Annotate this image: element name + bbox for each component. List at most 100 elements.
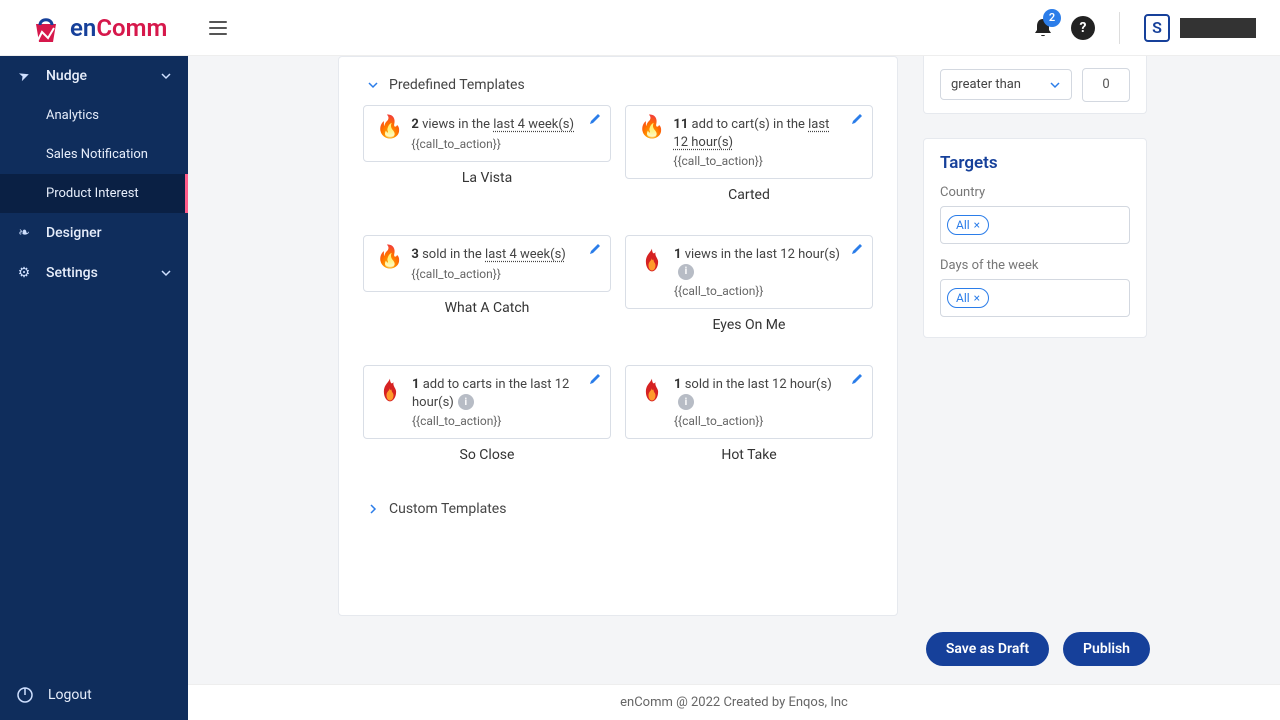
pencil-icon <box>588 372 602 386</box>
days-label: Days of the week <box>940 258 1130 273</box>
template-card[interactable]: 🔥11 add to cart(s) in the last 12 hour(s… <box>625 105 873 179</box>
fire-icon <box>376 376 404 428</box>
sidebar-item-analytics[interactable]: Analytics <box>0 96 188 135</box>
chevron-right-icon <box>367 503 379 515</box>
app-header: enComm 2 ? S <box>0 0 1280 56</box>
sidebar-item-designer[interactable]: Designer <box>0 213 188 253</box>
condition-operator-select[interactable]: greater than <box>940 69 1072 100</box>
template-card[interactable]: 1 views in the last 12 hour(s)i{{call_to… <box>625 235 873 309</box>
info-icon[interactable]: i <box>458 394 474 410</box>
sidebar-item-sales-notification[interactable]: Sales Notification <box>0 135 188 174</box>
template-cell: 1 add to carts in the last 12 hour(s)i{{… <box>363 365 611 463</box>
template-cell: 🔥11 add to cart(s) in the last 12 hour(s… <box>625 105 873 203</box>
country-tag-all[interactable]: All × <box>947 215 989 235</box>
template-name: What A Catch <box>445 300 530 316</box>
edit-template-button[interactable] <box>588 372 602 386</box>
footer: enComm @ 2022 Created by Enqos, Inc <box>188 684 1280 720</box>
custom-templates-toggle[interactable]: Custom Templates <box>363 501 873 517</box>
chevron-down-icon <box>160 267 172 279</box>
sidebar-label: Analytics <box>46 108 99 123</box>
paper-plane-icon <box>16 68 32 84</box>
chevron-down-icon <box>1049 79 1061 91</box>
pencil-icon <box>588 112 602 126</box>
template-cell: 1 views in the last 12 hour(s)i{{call_to… <box>625 235 873 333</box>
section-title: Predefined Templates <box>389 77 525 93</box>
menu-toggle-button[interactable] <box>209 21 227 35</box>
edit-template-button[interactable] <box>850 372 864 386</box>
sidebar-label: Product Interest <box>46 186 139 201</box>
sidebar-label: Settings <box>46 265 98 281</box>
template-cta: {{call_to_action}} <box>674 284 860 298</box>
template-cta: {{call_to_action}} <box>411 137 598 151</box>
chevron-down-icon <box>160 70 172 82</box>
remove-tag-icon[interactable]: × <box>974 291 980 305</box>
template-cell: 1 sold in the last 12 hour(s)i {{call_to_… <box>625 365 873 463</box>
template-card[interactable]: 🔥 2 views in the last 4 week(s) {{call_to_… <box>363 105 611 162</box>
templates-card: Predefined Templates 🔥 2 views in the las… <box>338 56 898 616</box>
edit-template-button[interactable] <box>588 112 602 126</box>
logout-button[interactable]: Logout <box>0 670 188 720</box>
fire-icon: 🔥 <box>376 246 403 281</box>
info-icon[interactable]: i <box>678 264 694 280</box>
template-card[interactable]: 🔥 3 sold in the last 4 week(s) {{call_to_a… <box>363 235 611 292</box>
pencil-icon <box>850 242 864 256</box>
condition-card: greater than 0 <box>923 56 1147 114</box>
notifications-button[interactable]: 2 <box>1033 17 1053 39</box>
edit-template-button[interactable] <box>850 242 864 256</box>
predefined-templates-toggle[interactable]: Predefined Templates <box>363 77 873 93</box>
tag-label: All <box>956 291 970 305</box>
template-cta: {{call_to_action}} <box>674 414 860 428</box>
select-value: greater than <box>951 77 1021 92</box>
main-content: Predefined Templates 🔥 2 views in the las… <box>188 56 1280 720</box>
targets-title: Targets <box>940 153 1130 173</box>
fire-icon: 🔥 <box>376 116 403 151</box>
pencil-icon <box>850 112 864 126</box>
logo-text: enComm <box>70 14 167 42</box>
template-card[interactable]: 1 sold in the last 12 hour(s)i {{call_to_… <box>625 365 873 439</box>
template-text: 11 add to cart(s) in the last 12 hour(s) <box>673 116 860 151</box>
divider <box>1119 12 1120 44</box>
tag-label: All <box>956 218 970 232</box>
logout-label: Logout <box>48 687 92 703</box>
template-name: Eyes On Me <box>713 317 786 333</box>
publish-button[interactable]: Publish <box>1063 632 1150 666</box>
condition-value-input[interactable]: 0 <box>1082 68 1130 102</box>
logo[interactable]: enComm <box>28 10 167 46</box>
sidebar-item-nudge[interactable]: Nudge <box>0 56 188 96</box>
user-menu[interactable]: S <box>1144 14 1256 42</box>
sidebar-item-product-interest[interactable]: Product Interest <box>0 174 188 213</box>
logo-bag-icon <box>28 10 64 46</box>
power-icon <box>16 686 34 704</box>
template-cta: {{call_to_action}} <box>411 267 598 281</box>
template-cell: 🔥 2 views in the last 4 week(s) {{call_to_… <box>363 105 611 203</box>
leaf-icon <box>16 225 32 241</box>
fire-icon: 🔥 <box>638 116 665 168</box>
remove-tag-icon[interactable]: × <box>974 218 980 232</box>
template-text: 3 sold in the last 4 week(s) <box>411 246 598 264</box>
help-button[interactable]: ? <box>1071 16 1095 40</box>
template-card[interactable]: 1 add to carts in the last 12 hour(s)i{{… <box>363 365 611 439</box>
days-input[interactable]: All × <box>940 279 1130 317</box>
template-cell: 🔥 3 sold in the last 4 week(s) {{call_to_a… <box>363 235 611 333</box>
template-cta: {{call_to_action}} <box>673 154 860 168</box>
country-input[interactable]: All × <box>940 206 1130 244</box>
save-as-draft-button[interactable]: Save as Draft <box>926 632 1049 666</box>
sidebar-label: Sales Notification <box>46 147 148 162</box>
template-text: 1 add to carts in the last 12 hour(s)i <box>412 376 598 411</box>
info-icon[interactable]: i <box>678 394 694 410</box>
template-name: Hot Take <box>721 447 776 463</box>
template-text: 1 sold in the last 12 hour(s)i <box>674 376 860 411</box>
sidebar-label: Nudge <box>46 68 87 84</box>
sidebar-item-settings[interactable]: Settings <box>0 253 188 293</box>
template-text: 2 views in the last 4 week(s) <box>411 116 598 134</box>
action-bar: Save as Draft Publish <box>338 632 1280 666</box>
edit-template-button[interactable] <box>588 242 602 256</box>
edit-template-button[interactable] <box>850 112 864 126</box>
template-name: Carted <box>728 187 770 203</box>
template-name: La Vista <box>462 170 512 186</box>
pencil-icon <box>850 372 864 386</box>
section-title: Custom Templates <box>389 501 506 517</box>
sidebar: Nudge Analytics Sales Notification Produ… <box>0 0 188 720</box>
user-name-redacted <box>1180 18 1256 38</box>
days-tag-all[interactable]: All × <box>947 288 989 308</box>
